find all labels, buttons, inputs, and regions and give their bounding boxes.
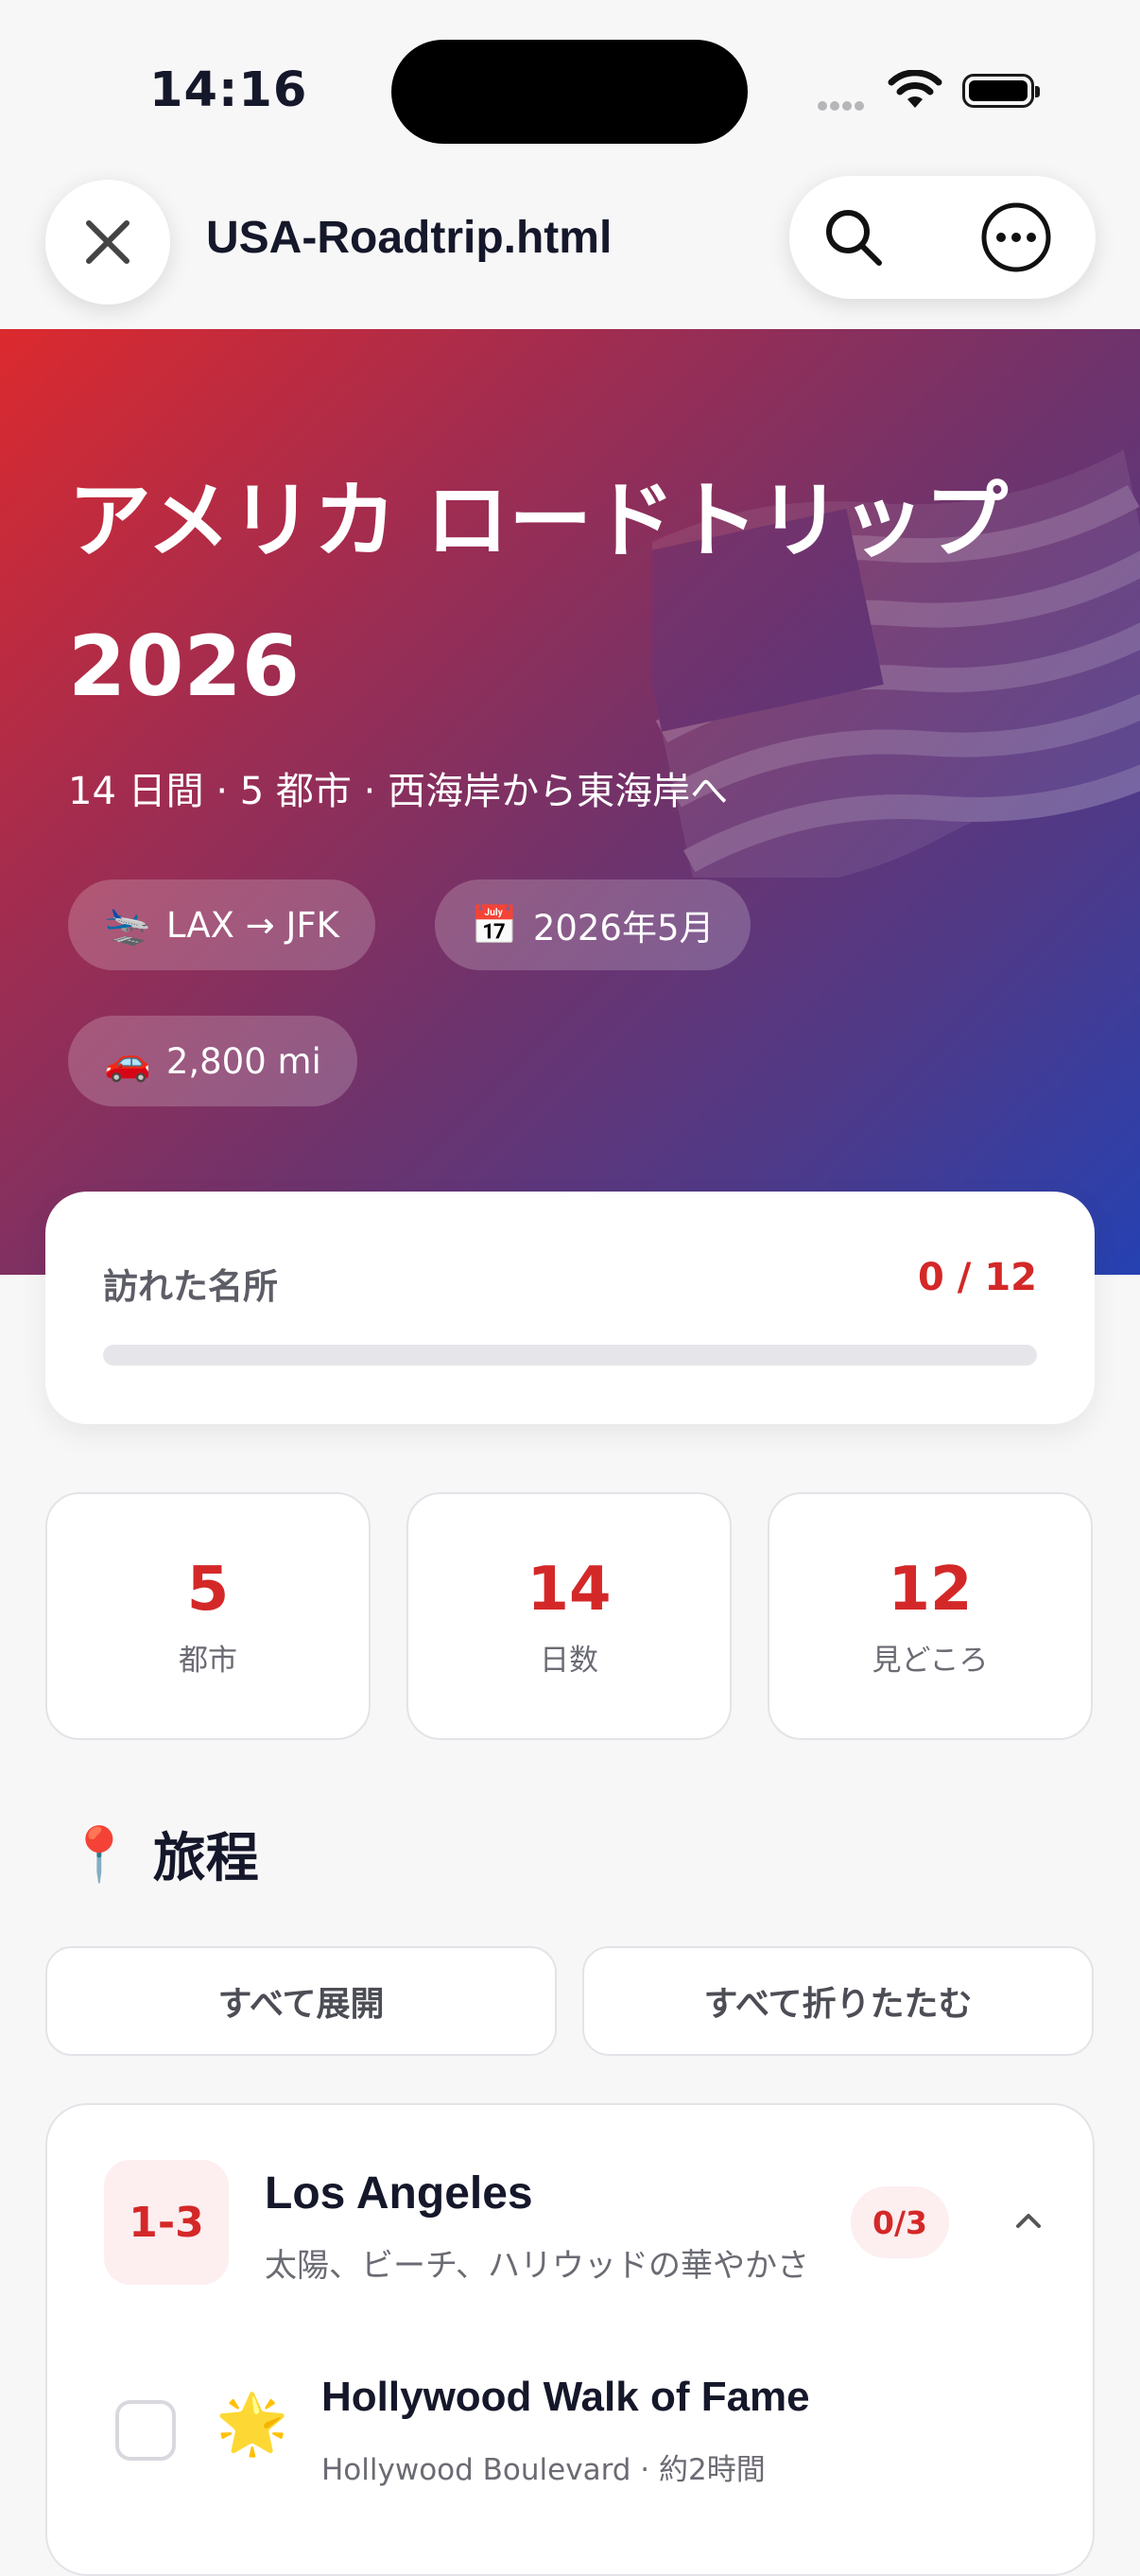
search-icon bbox=[826, 210, 882, 266]
close-icon bbox=[86, 220, 130, 264]
car-icon: 🚗 bbox=[104, 1039, 151, 1084]
trip-title: アメリカ ロードトリップ 2026 bbox=[68, 472, 1009, 715]
city-card-los-angeles: 1-3 Los Angeles 太陽、ビーチ、ハリウッドの華やかさ 0/3 🌟 … bbox=[45, 2103, 1095, 2576]
chip-date: 📅 2026年5月 bbox=[435, 879, 751, 970]
wifi-icon bbox=[888, 70, 942, 108]
trip-subtitle: 14 日間 · 5 都市 · 西海岸から東海岸へ bbox=[68, 770, 729, 813]
visited-progress-card: 訪れた名所 0 / 12 bbox=[45, 1192, 1095, 1424]
stat-label: 日数 bbox=[540, 1644, 598, 1678]
battery-icon bbox=[962, 74, 1040, 108]
star-icon: 🌟 bbox=[216, 2389, 289, 2458]
itinerary-heading: 📍 旅程 bbox=[66, 1816, 259, 1892]
document-title: USA-Roadtrip.html bbox=[206, 213, 613, 263]
toolbar-actions bbox=[789, 176, 1096, 299]
pin-icon: 📍 bbox=[66, 1823, 132, 1886]
visited-progress-bar bbox=[103, 1345, 1037, 1366]
spot-name: Hollywood Walk of Fame bbox=[321, 2374, 810, 2420]
visited-label: 訪れた名所 bbox=[103, 1266, 278, 1307]
chip-route: 🛬 LAX → JFK bbox=[68, 879, 375, 970]
status-bar: 14:16 bbox=[0, 0, 1140, 170]
more-icon bbox=[981, 202, 1051, 272]
more-button[interactable] bbox=[978, 200, 1054, 275]
stat-value: 12 bbox=[888, 1555, 973, 1625]
calendar-icon: 📅 bbox=[471, 903, 518, 948]
spot-checkbox[interactable] bbox=[115, 2400, 176, 2461]
stat-value: 14 bbox=[527, 1555, 612, 1625]
stat-spots: 12 見どころ bbox=[768, 1492, 1093, 1740]
search-button[interactable] bbox=[816, 200, 891, 275]
expand-all-button[interactable]: すべて展開 bbox=[45, 1946, 557, 2056]
airplane-landing-icon: 🛬 bbox=[104, 903, 151, 948]
chip-route-label: LAX → JFK bbox=[165, 904, 339, 946]
chip-date-label: 2026年5月 bbox=[532, 908, 715, 949]
close-button[interactable] bbox=[45, 180, 170, 305]
chip-distance-label: 2,800 mi bbox=[165, 1040, 321, 1082]
city-description: 太陽、ビーチ、ハリウッドの華やかさ bbox=[265, 2247, 809, 2285]
stat-label: 都市 bbox=[179, 1644, 237, 1678]
spot-meta: Hollywood Boulevard · 約2時間 bbox=[321, 2453, 766, 2487]
stat-cities: 5 都市 bbox=[45, 1492, 371, 1740]
chevron-up-icon bbox=[1016, 2214, 1041, 2228]
city-visited-count: 0/3 bbox=[851, 2186, 949, 2258]
itinerary-title: 旅程 bbox=[152, 1828, 259, 1889]
collapse-all-button[interactable]: すべて折りたたむ bbox=[582, 1946, 1094, 2056]
stat-label: 見どころ bbox=[872, 1644, 989, 1678]
day-range-badge: 1-3 bbox=[104, 2160, 229, 2285]
visited-count: 0 / 12 bbox=[918, 1256, 1037, 1299]
collapse-toggle[interactable] bbox=[1000, 2192, 1057, 2249]
status-time: 14:16 bbox=[149, 62, 308, 118]
stat-days: 14 日数 bbox=[406, 1492, 732, 1740]
hero-banner: アメリカ ロードトリップ 2026 14 日間 · 5 都市 · 西海岸から東海… bbox=[0, 329, 1140, 1275]
browser-top-bar: USA-Roadtrip.html bbox=[0, 170, 1140, 329]
city-name: Los Angeles bbox=[265, 2168, 533, 2219]
chip-distance: 🚗 2,800 mi bbox=[68, 1016, 357, 1106]
stat-value: 5 bbox=[186, 1555, 230, 1625]
cellular-signal-icon bbox=[818, 96, 867, 114]
dynamic-island bbox=[391, 40, 748, 144]
